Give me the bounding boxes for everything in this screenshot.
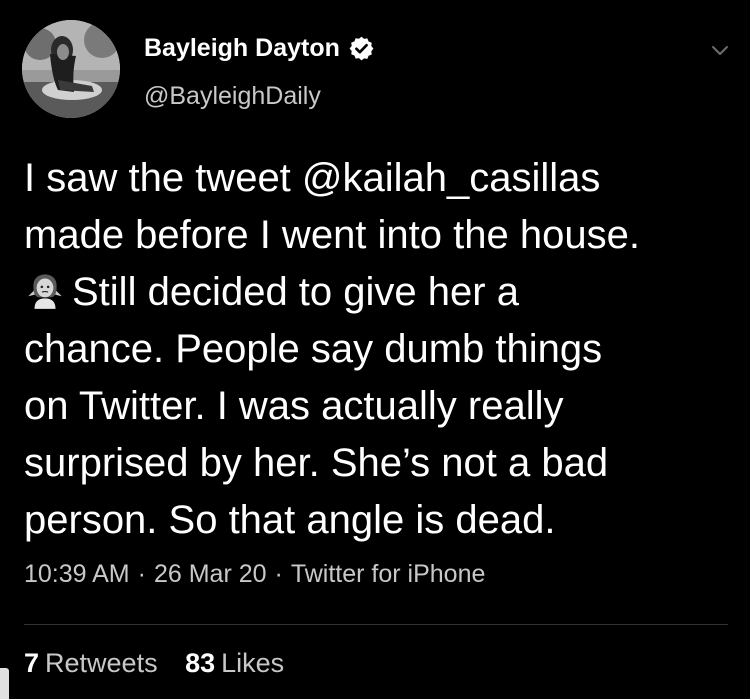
display-name[interactable]: Bayleigh Dayton: [144, 34, 340, 63]
retweets-count: 7: [24, 648, 40, 678]
tweet-meta: 10:39 AM · 26 Mar 20 · Twitter for iPhone: [24, 560, 485, 589]
screen-edge-marker: [0, 668, 9, 699]
tweet-source[interactable]: Twitter for iPhone: [291, 560, 486, 588]
tweet-text-line: I saw the tweet @kailah_casillas: [24, 156, 601, 200]
tweet-card: Bayleigh Dayton @BayleighDaily I saw the…: [0, 0, 750, 699]
tweet-date[interactable]: 26 Mar 20: [154, 560, 267, 588]
retweets-label: Retweets: [45, 648, 158, 678]
likes-label: Likes: [221, 648, 285, 678]
verified-badge-icon: [349, 36, 374, 60]
tweet-stats: 7 Retweets 83 Likes: [24, 648, 304, 679]
likes-count: 83: [185, 648, 216, 678]
tweet-text-line: person. So that angle is dead.: [24, 498, 556, 542]
profile-photo-icon: [22, 20, 120, 118]
tweet-time[interactable]: 10:39 AM: [24, 560, 130, 588]
tweet-text-line: surprised by her. She’s not a bad: [24, 441, 609, 485]
avatar[interactable]: [22, 20, 120, 118]
tweet-text-line: chance. People say dumb things: [24, 327, 603, 371]
author-handle[interactable]: @BayleighDaily: [144, 82, 321, 111]
woman-shrugging-emoji-icon: [28, 274, 62, 309]
divider: [24, 624, 728, 625]
tweet-text-line: Still decided to give her a: [24, 264, 729, 321]
tweet-text: I saw the tweet @kailah_casillas made be…: [24, 150, 729, 549]
tweet-text-line: on Twitter. I was actually really: [24, 384, 564, 428]
tweet-text-segment: Still decided to give her a: [72, 270, 519, 314]
tweet-text-line: made before I went into the house.: [24, 213, 640, 257]
meta-separator: ·: [137, 560, 146, 588]
meta-separator: ·: [274, 560, 283, 588]
likes-stat[interactable]: 83 Likes: [185, 648, 284, 678]
chevron-down-icon[interactable]: [708, 38, 732, 62]
author-name-row[interactable]: Bayleigh Dayton: [144, 31, 375, 65]
retweets-stat[interactable]: 7 Retweets: [24, 648, 158, 678]
